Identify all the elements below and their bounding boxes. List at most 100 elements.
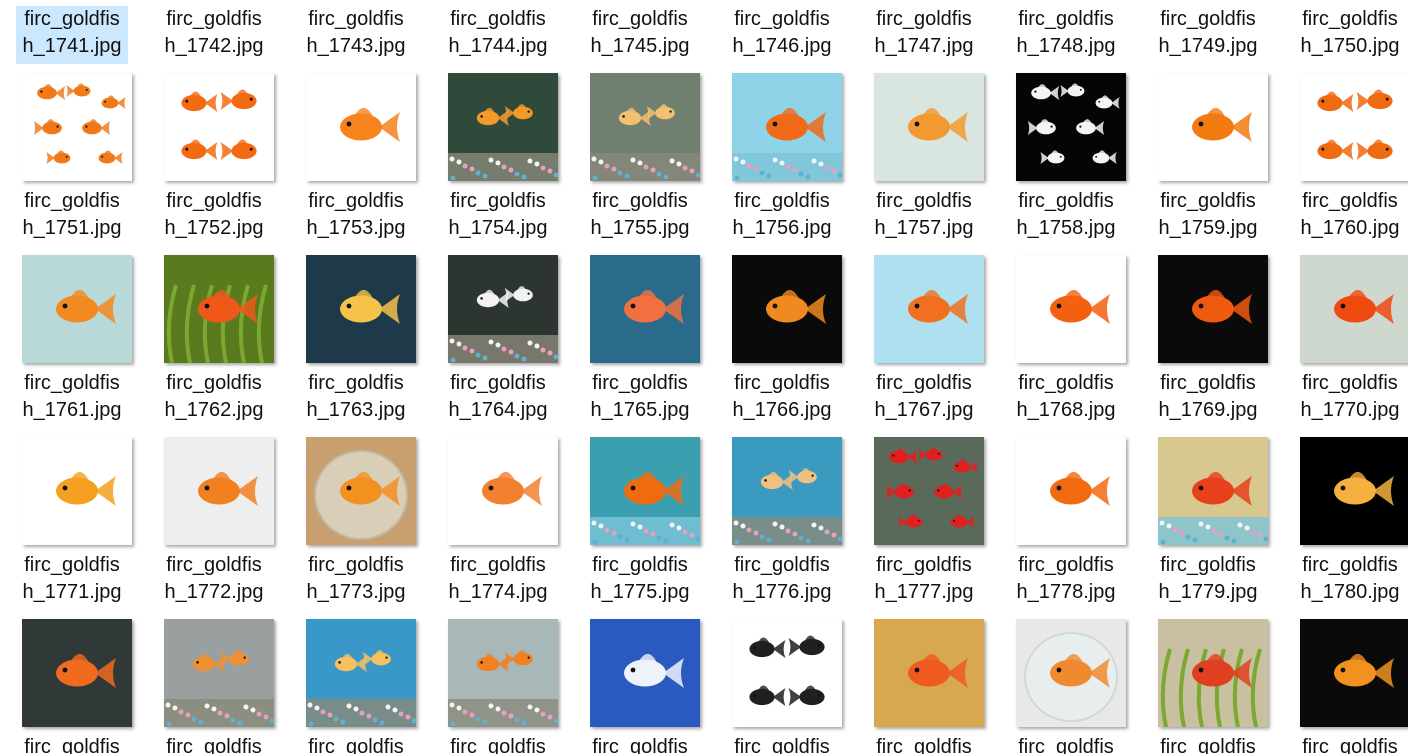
goldfish-image xyxy=(1158,437,1268,545)
file-name-label: firc_goldfis h_1760.jpg xyxy=(1300,190,1400,239)
file-thumbnail[interactable] xyxy=(732,437,842,545)
file-thumbnail[interactable] xyxy=(22,437,132,545)
goldfish-image xyxy=(306,437,416,545)
file-thumbnail[interactable] xyxy=(1300,255,1408,363)
file-thumbnail[interactable] xyxy=(590,437,700,545)
goldfish-image xyxy=(590,619,700,727)
goldfish-image xyxy=(874,437,984,545)
file-thumbnail[interactable] xyxy=(590,619,700,727)
file-name-label: firc_goldfis h_1779.jpg xyxy=(1158,554,1258,603)
file-thumbnail[interactable] xyxy=(1158,73,1268,181)
file-thumbnail[interactable] xyxy=(732,619,842,727)
goldfish-image xyxy=(1016,255,1126,363)
goldfish-image xyxy=(22,619,132,727)
file-name-label: firc_goldfis h_1764.jpg xyxy=(448,372,548,421)
goldfish-image xyxy=(448,437,558,545)
file-grid: firc_goldfis h_1741.jpg firc_goldfis h_17… xyxy=(0,0,1408,754)
file-thumbnail[interactable] xyxy=(164,437,274,545)
file-thumbnail[interactable] xyxy=(448,73,558,181)
goldfish-image xyxy=(1158,619,1268,727)
goldfish-image xyxy=(306,619,416,727)
file-thumbnail[interactable] xyxy=(306,73,416,181)
file-thumbnail[interactable] xyxy=(1300,619,1408,727)
file-name-label: firc_goldfis h_1742.jpg xyxy=(164,8,264,57)
file-name-label: firc_goldfis h_1759.jpg xyxy=(1158,190,1258,239)
file-thumbnail[interactable] xyxy=(448,437,558,545)
goldfish-image xyxy=(1300,73,1408,181)
file-name-label: firc_goldfis h_1747.jpg xyxy=(874,8,974,57)
goldfish-image xyxy=(1300,255,1408,363)
file-name-label: firc_goldfis h_1770.jpg xyxy=(1300,372,1400,421)
file-thumbnail[interactable] xyxy=(306,255,416,363)
file-thumbnail[interactable] xyxy=(1016,437,1126,545)
goldfish-image xyxy=(732,437,842,545)
file-name-label: firc_goldfis h_1754.jpg xyxy=(448,190,548,239)
file-thumbnail[interactable] xyxy=(590,255,700,363)
goldfish-image xyxy=(448,73,558,181)
file-name-label: firc_goldfis xyxy=(1160,736,1256,754)
file-name-label: firc_goldfis h_1766.jpg xyxy=(732,372,832,421)
file-thumbnail[interactable] xyxy=(1300,73,1408,181)
goldfish-image xyxy=(1158,255,1268,363)
file-thumbnail[interactable] xyxy=(448,255,558,363)
file-thumbnail[interactable] xyxy=(164,73,274,181)
file-thumbnail[interactable] xyxy=(874,73,984,181)
goldfish-image xyxy=(874,73,984,181)
file-thumbnail[interactable] xyxy=(1158,255,1268,363)
file-name-label: firc_goldfis h_1765.jpg xyxy=(590,372,690,421)
file-name-label: firc_goldfis h_1741.jpg xyxy=(16,6,128,64)
file-name-label: firc_goldfis h_1774.jpg xyxy=(448,554,548,603)
file-name-label: firc_goldfis h_1744.jpg xyxy=(448,8,548,57)
goldfish-image xyxy=(732,255,842,363)
file-name-label: firc_goldfis h_1756.jpg xyxy=(732,190,832,239)
file-thumbnail[interactable] xyxy=(22,255,132,363)
file-name-label: firc_goldfis h_1748.jpg xyxy=(1016,8,1116,57)
file-name-label: firc_goldfis xyxy=(734,736,830,754)
file-name-label: firc_goldfis h_1758.jpg xyxy=(1016,190,1116,239)
goldfish-image xyxy=(1016,73,1126,181)
file-thumbnail[interactable] xyxy=(1016,255,1126,363)
file-thumbnail[interactable] xyxy=(306,619,416,727)
file-thumbnail[interactable] xyxy=(306,437,416,545)
file-thumbnail[interactable] xyxy=(1016,73,1126,181)
file-name-label: firc_goldfis h_1777.jpg xyxy=(874,554,974,603)
file-name-label: firc_goldfis h_1751.jpg xyxy=(22,190,122,239)
goldfish-image xyxy=(306,73,416,181)
goldfish-image xyxy=(1300,619,1408,727)
file-name-label: firc_goldfis h_1772.jpg xyxy=(164,554,264,603)
goldfish-image xyxy=(448,255,558,363)
file-thumbnail[interactable] xyxy=(1158,437,1268,545)
goldfish-image xyxy=(22,437,132,545)
file-name-label: firc_goldfis h_1761.jpg xyxy=(22,372,122,421)
file-name-label: firc_goldfis h_1746.jpg xyxy=(732,8,832,57)
file-name-label: firc_goldfis h_1762.jpg xyxy=(164,372,264,421)
file-thumbnail[interactable] xyxy=(590,73,700,181)
file-thumbnail[interactable] xyxy=(1300,437,1408,545)
file-thumbnail[interactable] xyxy=(164,619,274,727)
file-name-label: firc_goldfis h_1752.jpg xyxy=(164,190,264,239)
file-name-label: firc_goldfis h_1745.jpg xyxy=(590,8,690,57)
file-name-label: firc_goldfis xyxy=(166,736,262,754)
file-thumbnail[interactable] xyxy=(732,73,842,181)
file-name-label: firc_goldfis xyxy=(1302,736,1398,754)
goldfish-image xyxy=(590,73,700,181)
file-thumbnail[interactable] xyxy=(448,619,558,727)
goldfish-image xyxy=(22,73,132,181)
file-thumbnail[interactable] xyxy=(22,73,132,181)
file-name-label: firc_goldfis xyxy=(592,736,688,754)
file-thumbnail[interactable] xyxy=(164,255,274,363)
file-name-label: firc_goldfis h_1776.jpg xyxy=(732,554,832,603)
file-thumbnail[interactable] xyxy=(874,255,984,363)
file-thumbnail[interactable] xyxy=(1158,619,1268,727)
file-name-label: firc_goldfis h_1775.jpg xyxy=(590,554,690,603)
file-thumbnail[interactable] xyxy=(874,437,984,545)
goldfish-image xyxy=(22,255,132,363)
file-thumbnail[interactable] xyxy=(1016,619,1126,727)
file-thumbnail[interactable] xyxy=(732,255,842,363)
file-thumbnail[interactable] xyxy=(22,619,132,727)
file-name-label: firc_goldfis xyxy=(876,736,972,754)
goldfish-image xyxy=(448,619,558,727)
goldfish-image xyxy=(164,619,274,727)
file-name-label: firc_goldfis h_1773.jpg xyxy=(306,554,406,603)
file-thumbnail[interactable] xyxy=(874,619,984,727)
